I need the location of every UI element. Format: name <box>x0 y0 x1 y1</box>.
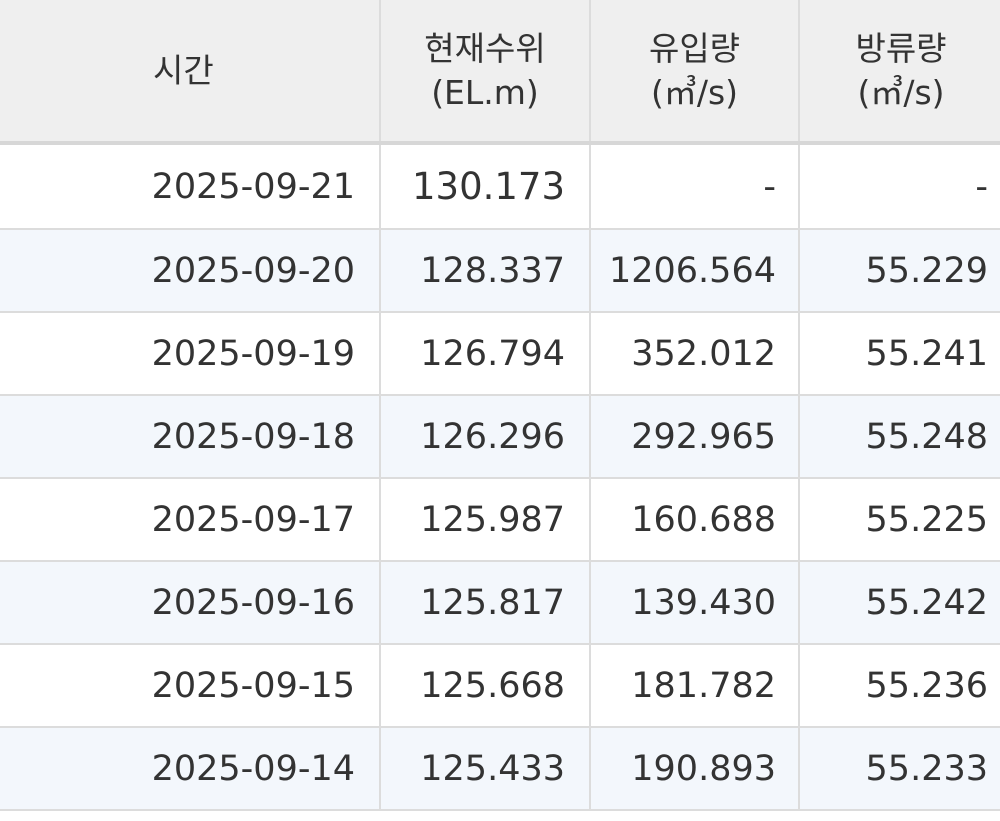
table-row: 2025-09-19 126.794 352.012 55.241 <box>0 312 1000 396</box>
cell-outflow: 55.233 <box>799 727 1000 811</box>
cell-time: 2025-09-18 <box>0 395 381 479</box>
cell-outflow: 55.225 <box>799 478 1000 562</box>
cell-water-level: 125.987 <box>380 478 591 562</box>
cell-water-level: 126.794 <box>380 312 591 396</box>
table-row: 2025-09-17 125.987 160.688 55.225 <box>0 478 1000 562</box>
table-row: 2025-09-18 126.296 292.965 55.248 <box>0 395 1000 479</box>
cell-outflow: 55.241 <box>799 312 1000 396</box>
header-water-level: 현재수위 (EL.m) <box>380 0 591 145</box>
header-outflow-unit: (㎥/s) <box>857 72 945 112</box>
header-water-level-unit: (EL.m) <box>431 72 539 112</box>
header-outflow-label: 방류량 <box>855 28 947 68</box>
cell-water-level: 125.817 <box>380 561 591 645</box>
cell-outflow: - <box>799 143 1000 230</box>
cell-outflow: 55.248 <box>799 395 1000 479</box>
header-inflow: 유입량 (㎥/s) <box>590 0 800 145</box>
table-row: 2025-09-21 130.173 - - <box>0 143 1000 230</box>
table-row: 2025-09-20 128.337 1206.564 55.229 <box>0 229 1000 313</box>
header-time-label: 시간 <box>153 50 214 90</box>
cell-time: 2025-09-17 <box>0 478 381 562</box>
header-water-level-label: 현재수위 <box>424 28 546 68</box>
cell-water-level: 126.296 <box>380 395 591 479</box>
cell-inflow: 181.782 <box>590 644 800 728</box>
cell-inflow: 1206.564 <box>590 229 800 313</box>
header-row: 시간 현재수위 (EL.m) 유입량 (㎥/s) 방류량 (㎥/s) <box>0 0 1000 145</box>
cell-water-level: 130.173 <box>380 143 591 230</box>
table-row: 2025-09-14 125.433 190.893 55.233 <box>0 727 1000 811</box>
cell-inflow: 190.893 <box>590 727 800 811</box>
header-time: 시간 <box>0 0 381 145</box>
cell-outflow: 55.242 <box>799 561 1000 645</box>
cell-outflow: 55.236 <box>799 644 1000 728</box>
dam-water-level-table-container: 시간 현재수위 (EL.m) 유입량 (㎥/s) 방류량 (㎥/s) 2025-… <box>0 0 1000 821</box>
cell-inflow: - <box>590 143 800 230</box>
cell-water-level: 128.337 <box>380 229 591 313</box>
cell-time: 2025-09-15 <box>0 644 381 728</box>
cell-outflow: 55.229 <box>799 229 1000 313</box>
cell-time: 2025-09-20 <box>0 229 381 313</box>
cell-time: 2025-09-14 <box>0 727 381 811</box>
cell-water-level: 125.668 <box>380 644 591 728</box>
cell-water-level: 125.433 <box>380 727 591 811</box>
header-inflow-label: 유입량 <box>648 28 741 68</box>
cell-inflow: 292.965 <box>590 395 800 479</box>
table-body: 2025-09-21 130.173 - - 2025-09-20 128.33… <box>0 143 1000 811</box>
dam-water-level-table: 시간 현재수위 (EL.m) 유입량 (㎥/s) 방류량 (㎥/s) 2025-… <box>0 0 1000 811</box>
header-outflow: 방류량 (㎥/s) <box>799 0 1000 145</box>
cell-time: 2025-09-16 <box>0 561 381 645</box>
cell-inflow: 139.430 <box>590 561 800 645</box>
header-inflow-unit: (㎥/s) <box>650 72 739 112</box>
table-row: 2025-09-15 125.668 181.782 55.236 <box>0 644 1000 728</box>
cell-time: 2025-09-21 <box>0 143 381 230</box>
table-row: 2025-09-16 125.817 139.430 55.242 <box>0 561 1000 645</box>
cell-inflow: 160.688 <box>590 478 800 562</box>
cell-inflow: 352.012 <box>590 312 800 396</box>
cell-time: 2025-09-19 <box>0 312 381 396</box>
table-header: 시간 현재수위 (EL.m) 유입량 (㎥/s) 방류량 (㎥/s) <box>0 0 1000 145</box>
